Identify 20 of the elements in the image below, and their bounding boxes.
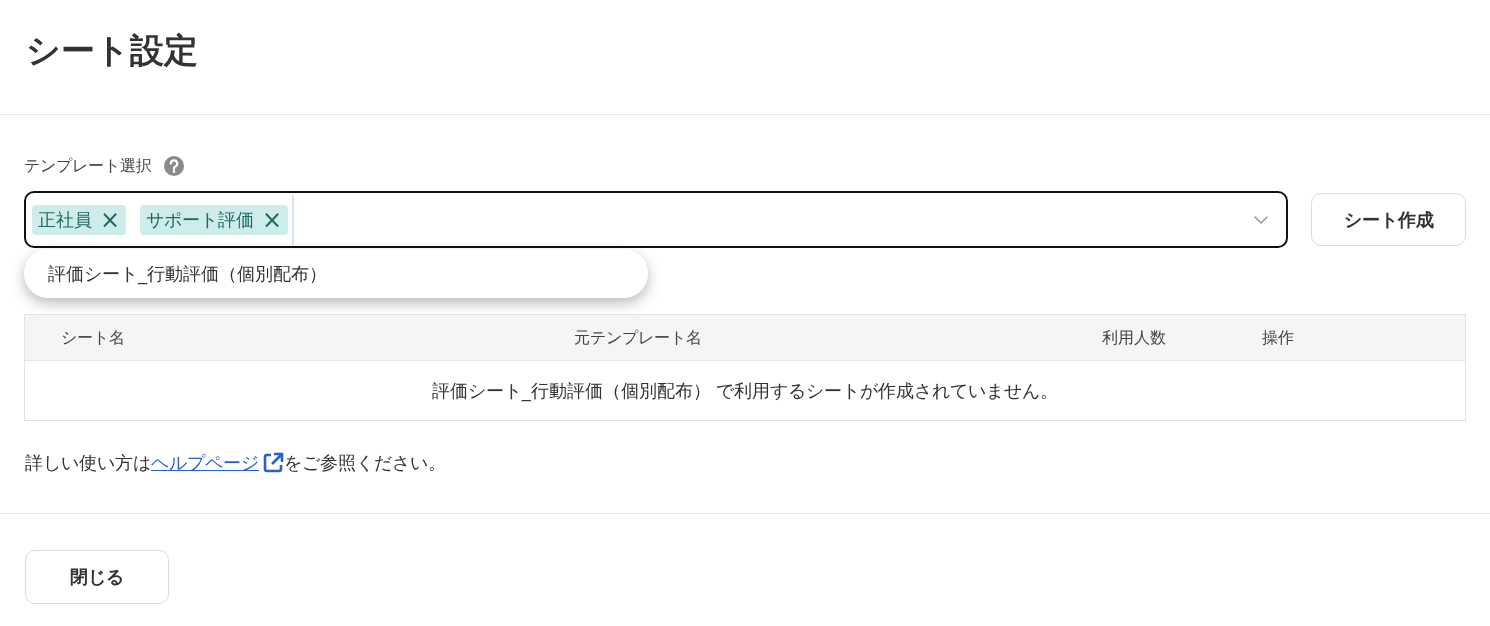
- create-sheet-button[interactable]: シート作成: [1311, 193, 1466, 246]
- help-icon[interactable]: [164, 156, 184, 176]
- empty-message: 評価シート_行動評価（個別配布） で利用するシートが作成されていません。: [431, 378, 1059, 403]
- column-header: 利用人数: [1102, 326, 1167, 349]
- column-header: 操作: [1261, 326, 1294, 349]
- template-select[interactable]: 正社員 × サポート評価 ×: [24, 191, 1288, 248]
- help-page-link[interactable]: ヘルプページ: [151, 451, 284, 475]
- column-header: 元テンプレート名: [574, 326, 702, 349]
- remove-tag-button[interactable]: ×: [260, 207, 285, 232]
- external-link-icon: [262, 452, 284, 474]
- tag-label: サポート評価: [146, 207, 255, 232]
- help-text: 詳しい使い方はヘルプページ をご参照ください。: [25, 451, 446, 475]
- close-button[interactable]: 閉じる: [25, 550, 169, 604]
- column-header: シート名: [60, 326, 125, 349]
- field-label: テンプレート選択: [24, 155, 152, 177]
- remove-tag-button[interactable]: ×: [98, 207, 123, 232]
- tag-label: 正社員: [38, 207, 92, 232]
- page-title: シート設定: [26, 29, 198, 71]
- chevron-down-icon: [1254, 215, 1268, 224]
- dropdown-option[interactable]: 評価シート_行動評価（個別配布）: [24, 249, 648, 298]
